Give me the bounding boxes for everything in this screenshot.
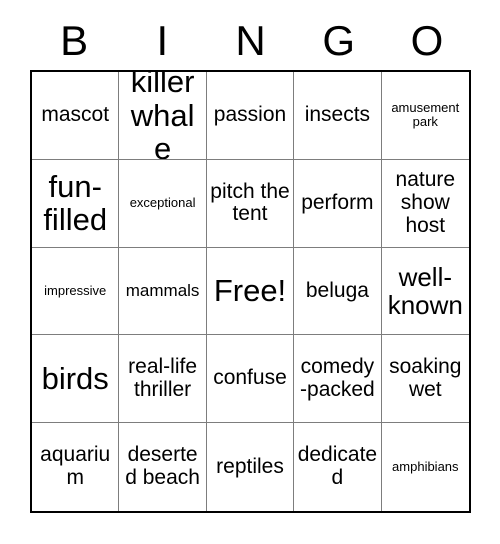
- bingo-cell-label: deserted beach: [125, 443, 200, 490]
- bingo-cell[interactable]: birds: [32, 335, 120, 424]
- bingo-cell[interactable]: exceptional: [119, 159, 207, 248]
- bingo-cell-label: perform: [301, 190, 374, 214]
- bingo-grid: mascot killer whale passion insects amus…: [30, 70, 471, 513]
- header-letter-o: O: [410, 17, 444, 64]
- bingo-cell-label: nature show host: [395, 168, 456, 237]
- bingo-cell-label: impressive: [44, 282, 107, 298]
- bingo-cell-label: dedicated: [297, 443, 378, 490]
- bingo-cell[interactable]: well-known: [381, 247, 469, 336]
- bingo-cell[interactable]: dedicated: [294, 423, 382, 511]
- bingo-cell-label: aquarium: [40, 443, 111, 490]
- bingo-cell-label: well-known: [387, 261, 463, 320]
- bingo-cell[interactable]: aquarium: [32, 423, 120, 511]
- bingo-card: B I N G O mascot killer whale passion in…: [0, 0, 500, 544]
- header-letter-n: N: [235, 17, 266, 64]
- bingo-cell[interactable]: mammals: [119, 247, 207, 336]
- header-letter-i: I: [156, 17, 169, 64]
- bingo-cell-label: beluga: [305, 278, 369, 302]
- bingo-cell-label: reptiles: [216, 454, 284, 478]
- bingo-cell[interactable]: reptiles: [206, 423, 295, 511]
- bingo-cell-label: real-life thriller: [128, 355, 198, 401]
- bingo-cell-label: birds: [41, 361, 109, 397]
- bingo-cell-label: soaking wet: [389, 355, 462, 401]
- bingo-cell-label: killer whale: [130, 72, 195, 160]
- bingo-header-row: B I N G O: [30, 12, 471, 70]
- bingo-cell-label: exceptional: [129, 195, 196, 211]
- bingo-cell-label: amphibians: [392, 459, 459, 475]
- bingo-cell[interactable]: real-life thriller: [119, 335, 207, 424]
- bingo-cell[interactable]: deserted beach: [119, 423, 207, 511]
- bingo-cell[interactable]: amphibians: [381, 423, 469, 511]
- bingo-cell-label: insects: [304, 103, 371, 127]
- bingo-cell[interactable]: passion: [206, 72, 295, 160]
- bingo-cell[interactable]: killer whale: [119, 72, 207, 160]
- bingo-cell[interactable]: fun-filled: [32, 159, 120, 248]
- bingo-cell[interactable]: pitch the tent: [206, 159, 295, 248]
- bingo-cell-free[interactable]: Free!: [206, 247, 295, 336]
- bingo-cell[interactable]: perform: [294, 159, 382, 248]
- bingo-cell-label: Free!: [213, 273, 287, 309]
- bingo-cell[interactable]: mascot: [32, 72, 120, 160]
- bingo-cell-label: passion: [213, 103, 287, 127]
- bingo-cell-label: mammals: [125, 280, 200, 300]
- bingo-cell-label: confuse: [213, 366, 287, 390]
- bingo-cell[interactable]: nature show host: [381, 159, 469, 248]
- bingo-cell[interactable]: beluga: [294, 247, 382, 336]
- bingo-cell[interactable]: comedy-packed: [294, 335, 382, 424]
- bingo-cell[interactable]: soaking wet: [381, 335, 469, 424]
- bingo-cell[interactable]: confuse: [206, 335, 295, 424]
- bingo-cell[interactable]: amusement park: [381, 72, 469, 160]
- header-letter-g: G: [322, 17, 356, 64]
- bingo-cell-label: amusement park: [391, 100, 460, 130]
- bingo-cell-label: mascot: [41, 103, 110, 127]
- bingo-cell-label: comedy-packed: [300, 355, 375, 401]
- bingo-cell[interactable]: insects: [294, 72, 382, 160]
- bingo-cell[interactable]: impressive: [32, 247, 120, 336]
- bingo-cell-label: pitch the tent: [210, 179, 290, 226]
- header-letter-b: B: [60, 17, 89, 64]
- bingo-cell-label: fun-filled: [43, 168, 108, 238]
